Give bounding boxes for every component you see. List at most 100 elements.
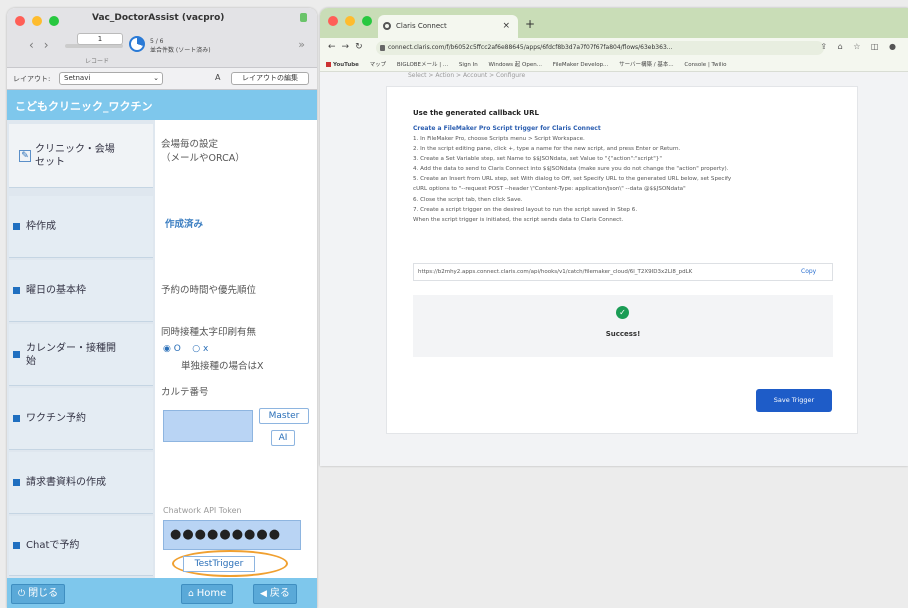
found-count-value: 5 / 6 [150,38,164,45]
sidebar-item-vaccine-booking[interactable]: ワクチン予約 [9,388,153,450]
fm-footer: ⏻ 閉じる ⌂ Home ◀ 戻る [7,578,317,608]
chart-number-label: カルテ番号 [161,387,209,398]
sidebar-item-label: 曜日の基本枠 [26,285,86,296]
ai-button[interactable]: AI [271,430,295,446]
copy-url-button[interactable]: Copy [801,268,816,275]
bookmark-item[interactable]: Windows 起 Open... [488,62,541,68]
text-size-icon[interactable]: A [215,73,220,82]
radio-off[interactable]: ○ x [192,344,208,354]
radio-on[interactable]: ◉ O [163,344,181,354]
edit-layout-button[interactable]: レイアウトの編集 [231,72,309,85]
nav-buttons[interactable]: ←→↻ [328,42,369,52]
back-arrow-icon: ◀ [260,589,267,599]
bookmark-item[interactable]: Sign In [459,62,478,68]
venue-settings-label: 会場毎の設定 （メールやORCA） [161,139,245,164]
callback-url-field[interactable]: https://b2mhy2.apps.connect.claris.com/a… [413,263,833,281]
bold-print-radio[interactable]: ◉ O ○ x [163,344,208,354]
instruction-steps: 1. In FileMaker Pro, choose Scripts menu… [413,134,843,225]
sidebar-item-weekday-slots[interactable]: 曜日の基本枠 [9,260,153,322]
bookmark-item[interactable]: サーバー構築 / 基本... [619,62,674,68]
bookmark-item[interactable]: Console | Twilio [684,62,726,68]
sidebar-item-invoice[interactable]: 請求書資料の作成 [9,452,153,514]
sidebar-item-calendar[interactable]: カレンダー・接種開 始 [9,324,153,386]
step-line: 6. Close the script tab, then click Save… [413,196,523,203]
sidebar-item-slot-create[interactable]: 枠作成 [9,196,153,258]
minimize-window-button[interactable] [345,16,355,26]
claris-page: Select > Action > Account > Configure Us… [320,72,908,466]
callback-heading: Use the generated callback URL [413,109,539,117]
edit-icon: ✎ [19,149,31,162]
new-tab-button[interactable]: + [525,17,535,31]
address-bar-row: ←→↻ connect.claris.com/f/b6052c5ffcc2af6… [320,38,908,58]
power-icon: ⏻ [18,589,26,599]
master-button[interactable]: Master [259,408,309,424]
step-line: cURL options to "--request POST --header… [413,186,686,193]
step-line: 7. Create a script trigger on the desire… [413,206,638,213]
bookmark-item[interactable]: FileMaker Develop... [553,62,609,68]
fm-titlebar: Vac_DoctorAssist (vacpro) ‹› 1 レコード 5 / … [7,8,317,68]
close-window-button[interactable] [328,16,338,26]
sidebar-item-label: 請求書資料の作成 [26,477,106,488]
home-icon: ⌂ [188,589,194,599]
bullet-icon [13,351,20,358]
browser-toolbar-icons[interactable]: ⇪ ⌂ ☆ ◫ ● [820,42,900,51]
bookmark-item[interactable]: マップ [370,62,387,68]
success-panel: ✓ Success! [413,295,833,357]
browser-window: Claris Connect × + ←→↻ connect.claris.co… [320,8,908,466]
tab-claris-connect[interactable]: Claris Connect × [378,15,518,38]
record-label: レコード [85,58,110,65]
chatwork-token-label: Chatwork API Token [163,506,242,515]
sidebar-item-clinic-venue[interactable]: ✎ クリニック・会場 セット [9,124,153,188]
sidebar: ✎ クリニック・会場 セット 枠作成 曜日の基本枠 カレンダー・接種開 始 ワク… [7,120,155,578]
browser-window-controls [328,16,372,26]
bullet-icon [13,415,20,422]
tab-title: Claris Connect [396,22,447,30]
minimize-window-button[interactable] [32,16,42,26]
found-count: 5 / 6 並合件数 (ソート済み) [150,37,211,55]
url-bar[interactable]: connect.claris.com/f/b6052c5ffcc2af6e886… [376,41,824,55]
bullet-icon [13,223,20,230]
record-number-input[interactable]: 1 [77,33,123,45]
reservation-time-label: 予約の時間や優先順位 [161,285,257,296]
fm-window-title: Vac_DoctorAssist (vacpro) [92,13,225,23]
layout-bar: レイアウト: Setnavi ⌄ A レイアウトの編集 [7,68,317,90]
layout-label: レイアウト: [13,75,51,83]
bookmark-item[interactable]: BIGLOBEメール | ... [397,62,448,68]
close-window-button[interactable] [15,16,25,26]
step-line: When the script trigger is initiated, th… [413,216,624,223]
chatwork-token-field[interactable]: ●●●●●●●●● [163,520,301,550]
url-text: connect.claris.com/f/b6052c5ffcc2af6e886… [388,44,673,51]
found-set-pie-icon [129,36,145,52]
sidebar-item-label: カレンダー・接種開 始 [26,342,116,367]
bookmark-item[interactable]: YouTube [326,62,359,68]
step-line: 4. Add the data to send to Claris Connec… [413,166,729,173]
step-line: 1. In FileMaker Pro, choose Scripts menu… [413,136,585,142]
toolbar-overflow-icon[interactable]: » [298,38,305,51]
script-trigger-subheading: Create a FileMaker Pro Script trigger fo… [413,125,601,132]
app-header: こどもクリニック_ワクチン [7,90,317,120]
claris-favicon-icon [383,22,391,30]
bookmarks-bar: YouTube マップ BIGLOBEメール | ... Sign In Win… [320,58,908,72]
record-nav-arrows[interactable]: ‹› [29,38,59,52]
filemaker-window: Vac_DoctorAssist (vacpro) ‹› 1 レコード 5 / … [7,8,317,608]
chart-number-field[interactable] [163,410,253,442]
home-button[interactable]: ⌂ Home [181,584,234,604]
back-button[interactable]: ◀ 戻る [253,584,297,604]
chevron-down-icon: ⌄ [153,74,159,82]
test-trigger-button[interactable]: TestTrigger [183,556,255,572]
concurrent-print-label: 同時接種太字印刷有無 [161,327,257,338]
step-line: 5. Create an Insert from URL step, set W… [413,176,732,183]
lock-icon [300,13,307,22]
created-status[interactable]: 作成済み [165,218,203,232]
sidebar-item-label: Chatで予約 [26,540,80,551]
bullet-icon [13,287,20,294]
sidebar-item-label: ワクチン予約 [26,413,86,424]
close-tab-icon[interactable]: × [502,15,510,38]
single-dose-note: 単独接種の場合はX [181,361,264,372]
close-button[interactable]: ⏻ 閉じる [11,584,66,604]
zoom-window-button[interactable] [362,16,372,26]
layout-select[interactable]: Setnavi ⌄ [59,72,163,85]
zoom-window-button[interactable] [49,16,59,26]
sidebar-item-chat-booking[interactable]: Chatで予約 [9,516,153,576]
save-trigger-button[interactable]: Save Trigger [756,389,832,412]
